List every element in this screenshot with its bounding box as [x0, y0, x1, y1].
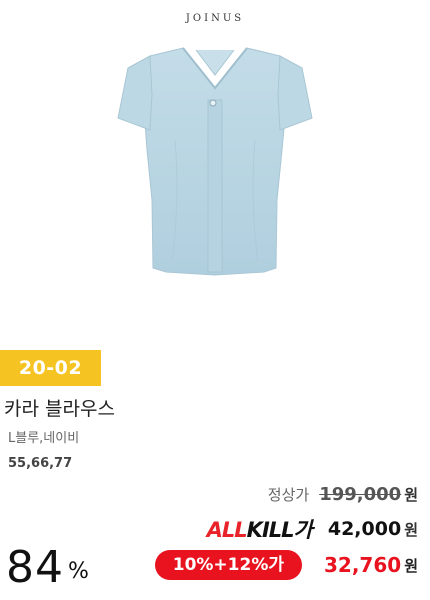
discount-rate: 84 %	[6, 542, 89, 594]
regular-price: 199,000	[319, 484, 402, 505]
allkill-logo: ALLKILL가	[206, 518, 313, 542]
currency-unit: 원	[404, 486, 418, 504]
product-code-badge: 20-02	[0, 350, 101, 386]
product-card[interactable]: JOINUS 20-02 카라 블라우스 L블루,네이비 55,66,77 정상…	[0, 0, 430, 600]
product-image[interactable]: JOINUS	[0, 0, 430, 345]
allkill-price-row: ALLKILL가 42,000 원	[207, 514, 418, 544]
currency-unit: 원	[404, 520, 418, 539]
product-name[interactable]: 카라 블라우스	[4, 394, 115, 421]
blouse-product-image	[117, 47, 313, 276]
product-sizes: 55,66,77	[8, 456, 73, 471]
regular-price-row: 정상가 199,000 원	[268, 484, 418, 505]
regular-price-label: 정상가	[267, 486, 310, 504]
final-price: 32,760	[324, 553, 402, 577]
discount-badge: 10%+12%가	[154, 550, 302, 580]
currency-unit: 원	[404, 556, 418, 575]
discount-rate-number: 84	[6, 542, 64, 593]
discount-rate-unit: %	[68, 559, 89, 584]
final-price-row: 10%+12%가 32,760 원	[154, 550, 418, 580]
product-colors: L블루,네이비	[8, 431, 80, 446]
allkill-price: 42,000	[327, 518, 402, 540]
